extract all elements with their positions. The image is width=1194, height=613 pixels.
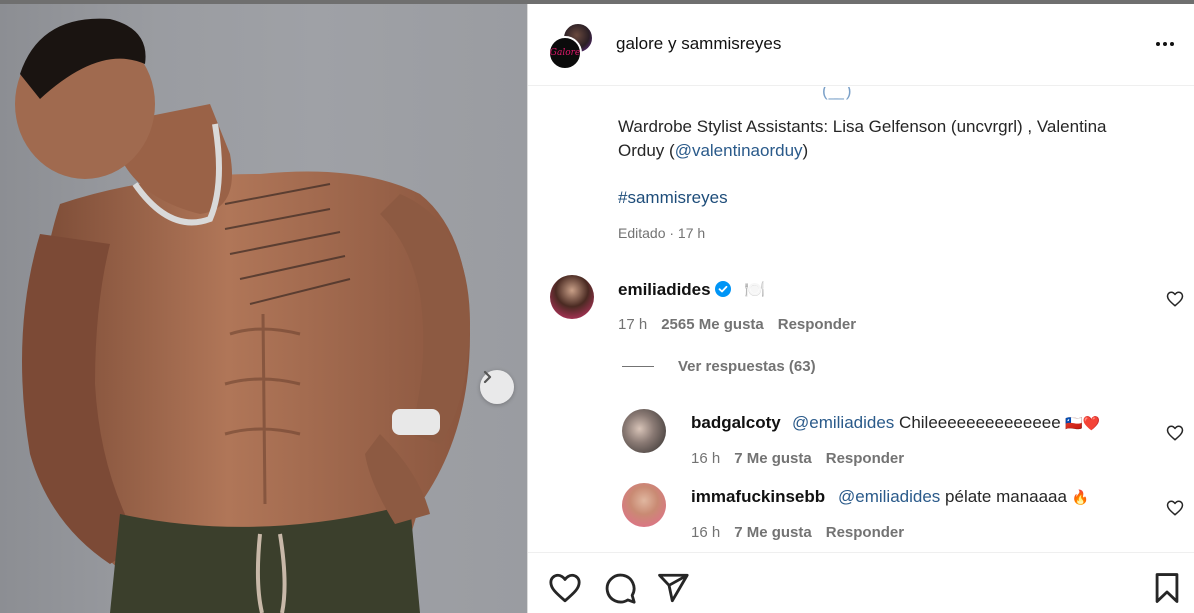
reply-text: @emiliadides Chileeeeeeeeeeeeee 🇨🇱❤️	[792, 413, 1101, 432]
post-authors[interactable]: galore y sammisreyes	[616, 34, 781, 54]
heart-icon[interactable]	[548, 571, 582, 605]
reply-button[interactable]: Responder	[826, 524, 904, 541]
avatar[interactable]	[622, 483, 666, 527]
reply-emoji: 🔥	[1071, 489, 1090, 505]
post-header: Galore galore y sammisreyes	[528, 4, 1194, 86]
bookmark-icon[interactable]	[1150, 571, 1184, 605]
comment-likes[interactable]: 2565 Me gusta	[661, 316, 764, 333]
post-image[interactable]	[0, 4, 527, 613]
reply-username[interactable]: immafuckinsebb	[691, 487, 825, 507]
reply-likes[interactable]: 7 Me gusta	[734, 524, 812, 541]
reply-meta: 16 h 7 Me gusta Responder	[691, 524, 918, 541]
comment-time: 17 h	[618, 316, 648, 333]
reply-username[interactable]: badgalcoty	[691, 413, 781, 433]
verified-badge-icon	[714, 281, 731, 297]
heart-icon[interactable]	[1166, 499, 1184, 517]
reply-meta: 16 h 7 Me gusta Responder	[691, 450, 918, 467]
reply-button[interactable]: Responder	[778, 316, 856, 333]
comment-icon[interactable]	[603, 571, 637, 605]
reply-text: @emiliadides pélate manaaaa 🔥	[838, 487, 1090, 506]
view-replies-button[interactable]: Ver respuestas (63)	[622, 358, 816, 375]
chevron-right-icon	[483, 370, 492, 384]
caption-mention-link[interactable]: @valentinaorduy	[675, 141, 803, 160]
reply-likes[interactable]: 7 Me gusta	[734, 450, 812, 467]
hashtag-link[interactable]: #sammisreyes	[618, 188, 728, 208]
send-icon[interactable]	[656, 571, 690, 605]
post-photo-illustration	[15, 18, 471, 613]
more-options-icon[interactable]	[1151, 34, 1179, 54]
avatar[interactable]	[622, 409, 666, 453]
next-image-button[interactable]	[480, 370, 514, 404]
reply-button[interactable]: Responder	[826, 450, 904, 467]
avatar[interactable]	[550, 275, 594, 319]
heart-icon[interactable]	[1166, 290, 1184, 308]
avatar-galore[interactable]: Galore	[548, 36, 582, 70]
comment-username[interactable]: emiliadides	[618, 280, 731, 300]
reply-time: 16 h	[691, 524, 721, 541]
post-details-panel: Galore galore y sammisreyes ( ̲ ̲ ) Ward…	[528, 4, 1194, 613]
galore-logo-text: Galore	[549, 48, 581, 58]
edited-timestamp: Editado · 17 h	[618, 225, 706, 241]
post-action-bar	[528, 552, 1194, 613]
caption-suffix: )	[802, 141, 809, 160]
reply-emoji: 🇨🇱❤️	[1065, 415, 1101, 431]
heart-icon[interactable]	[1166, 424, 1184, 442]
reply-mention-link[interactable]: @emiliadides	[792, 413, 894, 432]
comments-scroll-area[interactable]: ( ̲ ̲ ) Wardrobe Stylist Assistants: Lis…	[528, 87, 1194, 552]
post-caption: Wardrobe Stylist Assistants: Lisa Gelfen…	[618, 115, 1138, 163]
comment-text: 🍽️	[744, 280, 766, 299]
view-replies-line	[622, 366, 654, 367]
author-avatars[interactable]: Galore	[548, 22, 594, 70]
reply-time: 16 h	[691, 450, 721, 467]
reply-mention-link[interactable]: @emiliadides	[838, 487, 940, 506]
view-replies-label: Ver respuestas (63)	[678, 358, 816, 375]
comment-meta: 17 h 2565 Me gusta Responder	[618, 316, 870, 333]
clipped-text-line: ( ̲ ̲ )	[822, 87, 853, 100]
